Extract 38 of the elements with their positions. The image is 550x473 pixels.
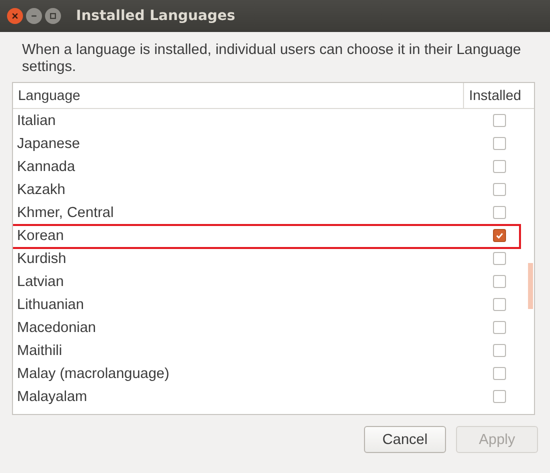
installed-checkbox[interactable] xyxy=(493,183,506,196)
installed-checkbox[interactable] xyxy=(493,275,506,288)
installed-checkbox[interactable] xyxy=(493,160,506,173)
minimize-button[interactable] xyxy=(26,8,42,24)
language-name: Korean xyxy=(16,228,65,244)
installed-checkbox[interactable] xyxy=(493,367,506,380)
installed-checkbox[interactable] xyxy=(493,229,506,242)
language-name: Kazakh xyxy=(16,182,66,198)
language-name: Malay (macrolanguage) xyxy=(16,366,170,382)
language-name: Kannada xyxy=(16,158,76,174)
maximize-button[interactable] xyxy=(45,8,61,24)
installed-checkbox[interactable] xyxy=(493,252,506,265)
language-name: Khmer, Central xyxy=(16,204,115,220)
installed-checkbox[interactable] xyxy=(493,298,506,311)
language-name: Japanese xyxy=(16,136,81,152)
close-button[interactable] xyxy=(7,8,23,24)
cancel-button[interactable]: Cancel xyxy=(364,426,446,453)
installed-checkbox[interactable] xyxy=(493,344,506,357)
column-header[interactable]: Language xyxy=(13,83,464,108)
language-name: Kurdish xyxy=(16,250,68,266)
close-icon xyxy=(11,12,19,20)
description-text: When a language is installed, individual users can choose it in their Language settings. xyxy=(22,42,522,76)
language-name: Macedonian xyxy=(16,320,97,336)
installed-checkbox[interactable] xyxy=(493,321,506,334)
installed-checkbox[interactable] xyxy=(493,390,506,403)
language-name: Malayalam xyxy=(16,388,88,404)
installed-checkbox[interactable] xyxy=(493,137,506,150)
language-name: Italian xyxy=(16,112,57,128)
language-name: Maithili xyxy=(16,342,64,358)
language-name: Latvian xyxy=(16,274,65,290)
installed-checkbox[interactable] xyxy=(493,206,506,219)
check-icon xyxy=(495,231,504,240)
column-header[interactable]: Installed xyxy=(464,83,534,108)
window-title: Installed Languages xyxy=(76,8,236,24)
language-name: Lithuanian xyxy=(16,296,85,312)
scrollbar[interactable] xyxy=(528,263,533,309)
installed-checkbox[interactable] xyxy=(493,114,506,127)
maximize-icon xyxy=(49,12,57,20)
